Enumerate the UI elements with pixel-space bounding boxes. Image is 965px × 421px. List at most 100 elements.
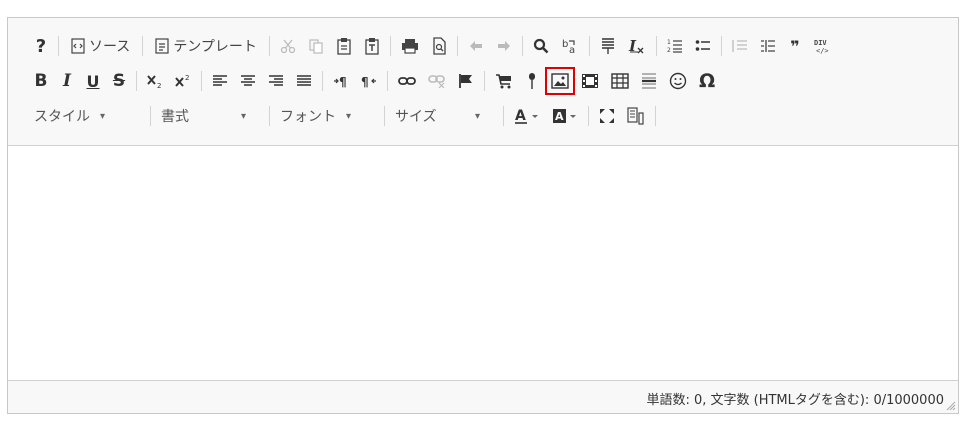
remove-format-button[interactable]: I bbox=[622, 32, 652, 60]
smiley-button[interactable] bbox=[663, 67, 693, 95]
horizontal-rule-icon bbox=[642, 73, 656, 89]
indent-icon bbox=[760, 40, 775, 52]
smiley-icon bbox=[669, 72, 687, 90]
svg-text:A: A bbox=[555, 110, 564, 123]
cut-button[interactable] bbox=[274, 32, 302, 60]
microphone-icon bbox=[529, 73, 535, 89]
toolbar-separator bbox=[655, 106, 656, 126]
maximize-icon bbox=[600, 109, 614, 123]
background-color-icon: A bbox=[553, 109, 576, 123]
help-icon: ? bbox=[35, 35, 47, 57]
rtl-button[interactable]: ¶ bbox=[355, 67, 383, 95]
toolbar-separator bbox=[268, 36, 270, 56]
horizontal-rule-button[interactable] bbox=[635, 67, 663, 95]
svg-text:A: A bbox=[515, 108, 526, 124]
help-button[interactable]: ? bbox=[28, 32, 54, 60]
copy-button[interactable] bbox=[302, 32, 330, 60]
size-dropdown[interactable]: サイズ ▾ bbox=[389, 102, 499, 130]
svg-text:2: 2 bbox=[157, 82, 161, 89]
template-button[interactable]: テンプレート bbox=[147, 32, 265, 60]
text-color-button[interactable]: A bbox=[508, 102, 546, 130]
printer-icon bbox=[401, 39, 418, 54]
undo-button[interactable] bbox=[462, 32, 490, 60]
print-button[interactable] bbox=[395, 32, 425, 60]
outdent-icon bbox=[732, 40, 747, 52]
bulleted-list-button[interactable] bbox=[689, 32, 717, 60]
redo-icon bbox=[497, 41, 510, 51]
svg-text:2: 2 bbox=[667, 47, 671, 54]
style-dropdown[interactable]: スタイル ▾ bbox=[28, 102, 146, 130]
image-button[interactable] bbox=[545, 67, 575, 95]
redo-button[interactable] bbox=[490, 32, 518, 60]
maximize-button[interactable] bbox=[593, 102, 621, 130]
svg-text:a: a bbox=[569, 45, 575, 54]
background-color-button[interactable]: A bbox=[546, 102, 584, 130]
div-icon: DIV</> bbox=[814, 39, 829, 54]
svg-text:¶: ¶ bbox=[361, 75, 369, 88]
special-char-button[interactable]: Ω bbox=[693, 67, 721, 95]
editor-toolbar: ? ソース テンプレート b a I 1 2 ❞ DIV </> B I U S… bbox=[8, 18, 958, 146]
paste-icon bbox=[337, 38, 351, 55]
underline-button[interactable]: U bbox=[80, 67, 106, 95]
align-justify-button[interactable] bbox=[290, 67, 318, 95]
strikethrough-button[interactable]: S bbox=[106, 67, 132, 95]
div-container-button[interactable]: DIV </> bbox=[808, 32, 836, 60]
select-all-button[interactable] bbox=[594, 32, 622, 60]
paste-text-button[interactable] bbox=[358, 32, 386, 60]
preview-button[interactable] bbox=[425, 32, 453, 60]
align-center-icon bbox=[241, 75, 255, 86]
shopping-cart-icon bbox=[496, 74, 511, 89]
align-center-button[interactable] bbox=[234, 67, 262, 95]
blockquote-button[interactable]: ❞ bbox=[782, 32, 808, 60]
toolbar-separator bbox=[655, 36, 657, 56]
align-justify-icon bbox=[297, 75, 311, 86]
svg-text:</>: </> bbox=[816, 47, 829, 54]
ltr-button[interactable]: ¶ bbox=[327, 67, 355, 95]
italic-button[interactable]: I bbox=[54, 67, 80, 95]
bold-button[interactable]: B bbox=[28, 67, 54, 95]
style-dropdown-label: スタイル bbox=[34, 109, 90, 125]
show-blocks-button[interactable] bbox=[621, 102, 651, 130]
subscript-button[interactable]: 2 bbox=[141, 67, 169, 95]
table-button[interactable] bbox=[605, 67, 635, 95]
align-right-icon bbox=[269, 75, 283, 86]
paste-text-icon bbox=[365, 38, 379, 55]
editor-status-bar: 単語数: 0, 文字数 (HTMLタグを含む): 0/1000000 bbox=[8, 380, 958, 413]
toolbar-separator bbox=[384, 106, 385, 126]
outdent-button[interactable] bbox=[726, 32, 754, 60]
toolbar-row-3: スタイル ▾ 書式 ▾ フォント ▾ サイズ ▾ A A bbox=[28, 101, 948, 131]
video-button[interactable] bbox=[575, 67, 605, 95]
image-icon bbox=[551, 73, 569, 89]
toolbar-separator bbox=[720, 36, 722, 56]
svg-text:¶: ¶ bbox=[339, 75, 347, 88]
source-button[interactable]: ソース bbox=[63, 32, 138, 60]
flag-icon bbox=[459, 74, 472, 88]
format-dropdown[interactable]: 書式 ▾ bbox=[155, 102, 265, 130]
superscript-button[interactable]: 2 bbox=[169, 67, 197, 95]
indent-button[interactable] bbox=[754, 32, 782, 60]
align-left-button[interactable] bbox=[206, 67, 234, 95]
toolbar-separator bbox=[387, 71, 388, 91]
toolbar-separator bbox=[150, 106, 151, 126]
link-button[interactable] bbox=[392, 67, 422, 95]
toolbar-separator bbox=[142, 36, 144, 56]
strikethrough-icon: S bbox=[112, 71, 126, 91]
replace-icon: ba bbox=[562, 39, 575, 54]
anchor-button[interactable] bbox=[452, 67, 480, 95]
undo-icon bbox=[469, 41, 482, 51]
resize-grip-icon[interactable] bbox=[946, 401, 956, 411]
shopping-cart-button[interactable] bbox=[489, 67, 519, 95]
microphone-button[interactable] bbox=[519, 67, 545, 95]
svg-text:2: 2 bbox=[185, 74, 189, 82]
toolbar-row-1: ? ソース テンプレート b a I 1 2 ❞ DIV </> bbox=[28, 31, 948, 61]
paste-button[interactable] bbox=[330, 32, 358, 60]
find-button[interactable] bbox=[527, 32, 555, 60]
copy-icon bbox=[309, 39, 323, 54]
unlink-button[interactable] bbox=[422, 67, 452, 95]
numbered-list-button[interactable]: 12 bbox=[661, 32, 689, 60]
rich-text-editor: ? ソース テンプレート b a I 1 2 ❞ DIV </> B I U S… bbox=[7, 17, 959, 414]
replace-button[interactable]: ba bbox=[555, 32, 585, 60]
editor-content-area[interactable] bbox=[8, 147, 958, 381]
font-dropdown[interactable]: フォント ▾ bbox=[274, 102, 380, 130]
align-right-button[interactable] bbox=[262, 67, 290, 95]
